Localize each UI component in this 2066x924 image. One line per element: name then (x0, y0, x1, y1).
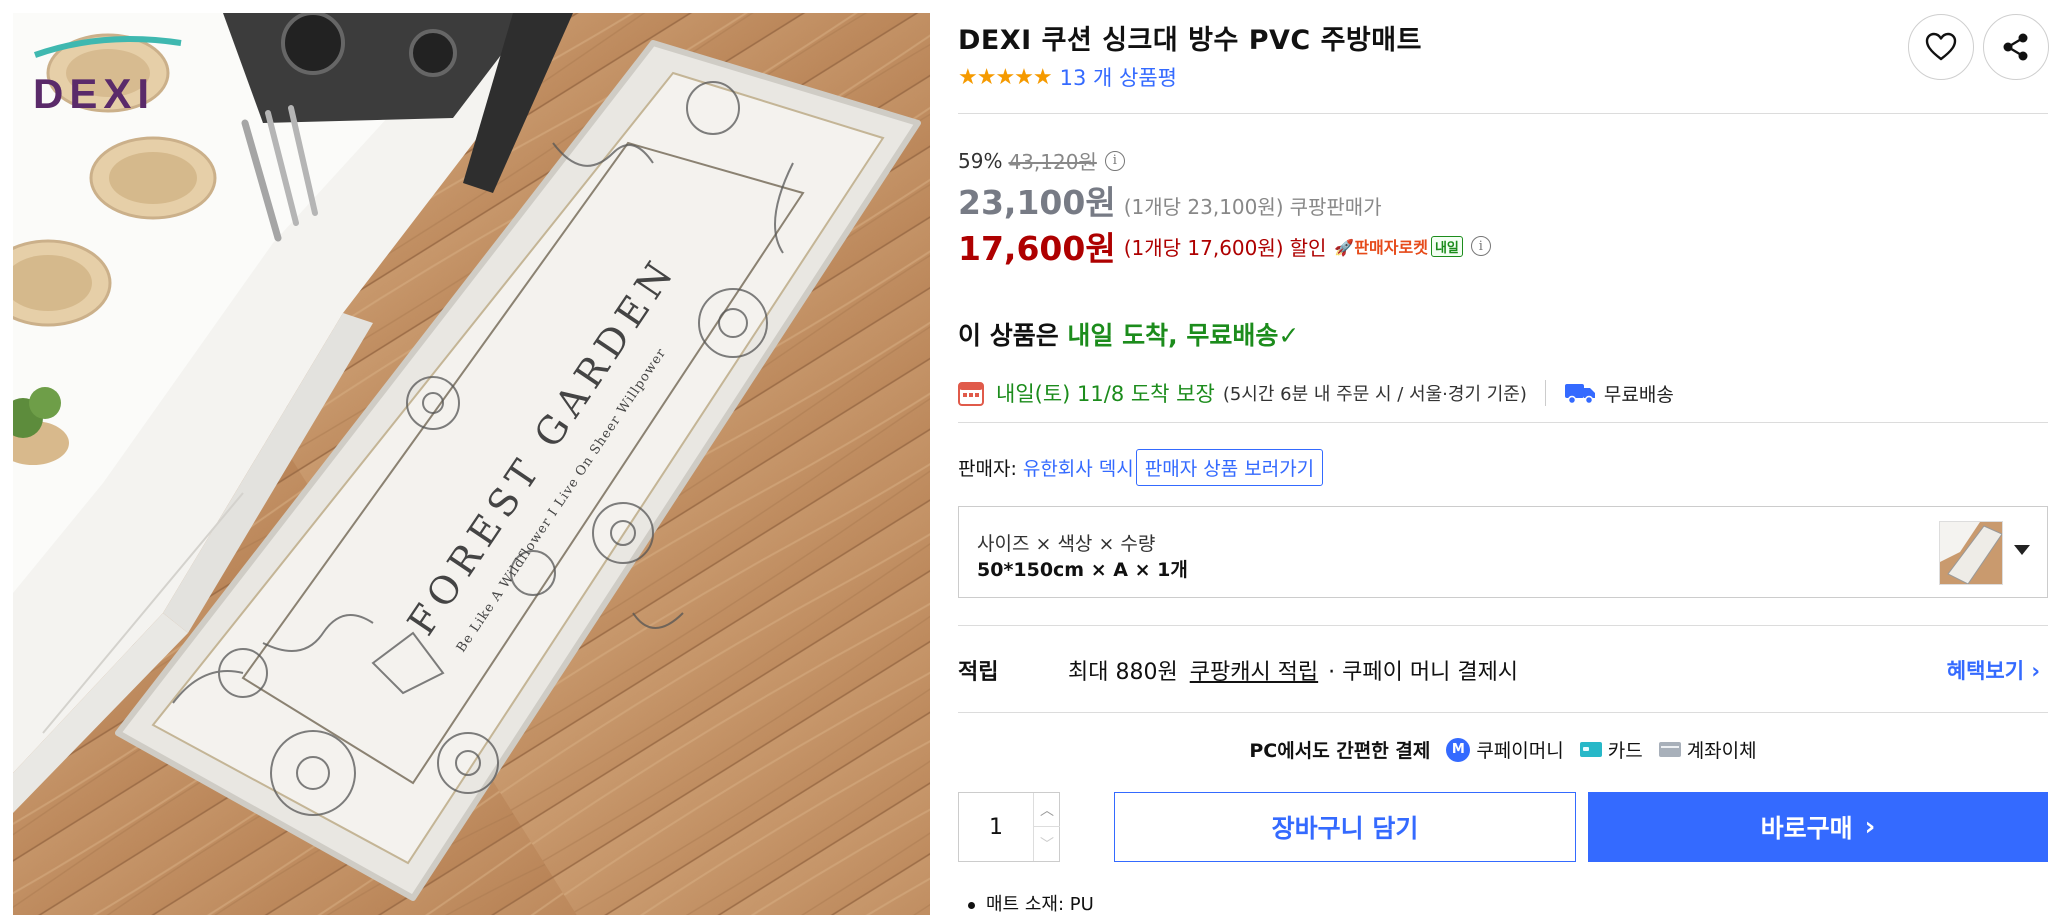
payment-methods-row: PC에서도 간편한 결제 M 쿠페이머니 카드 계좌이체 (958, 736, 2048, 763)
sale-price: 23,100원 (958, 183, 1116, 222)
add-to-cart-button[interactable]: 장바구니 담기 (1114, 792, 1576, 862)
brand-logo: DEXI (33, 70, 155, 117)
divider (958, 422, 2048, 423)
rating-row[interactable]: ★★★★★ 13 개 상품평 (958, 62, 1177, 92)
share-icon (2003, 33, 2028, 61)
divider (958, 113, 2048, 114)
wishlist-button[interactable] (1908, 14, 1974, 80)
bank-icon (1658, 742, 1681, 757)
payment-title: PC에서도 간편한 결제 (1249, 740, 1431, 762)
payment-method-label: 계좌이체 (1686, 740, 1757, 762)
seller-name-link[interactable]: 유한회사 덱시 (1023, 454, 1134, 481)
free-shipping-label: 무료배송 (1603, 383, 1674, 406)
arrival-guarantee: 내일(토) 11/8 도착 보장 (996, 382, 1215, 406)
share-button[interactable] (1983, 14, 2049, 80)
kitchen-mat-photo: FOREST GARDEN Be Like A Wildflower I Liv… (13, 13, 930, 915)
coupay-money-icon: M (1446, 737, 1471, 762)
card-icon (1579, 742, 1602, 757)
arrival-headline: 이 상품은 내일 도착, 무료배송✓ (958, 316, 1299, 352)
discount-rate: 59% (958, 148, 1003, 173)
payment-coupay-money: M 쿠페이머니 (1446, 736, 1564, 763)
chevron-down-icon[interactable] (2014, 545, 2030, 555)
sale-unit-price: (1개당 23,100원) (1123, 195, 1284, 219)
delivery-row: 내일(토) 11/8 도착 보장 (5시간 6분 내 주문 시 / 서울·경기 … (958, 378, 1674, 408)
points-max: 최대 880원 (1068, 660, 1178, 685)
product-title: DEXI 쿠션 싱크대 방수 PVC 주방매트 (958, 25, 1422, 56)
seller-row: 판매자: 유한회사 덱시 판매자 상품 보러가기 (958, 449, 1324, 486)
star-rating-icon: ★★★★★ (958, 64, 1053, 90)
spec-list: 매트 소재: PU (964, 890, 1094, 920)
divider (1544, 380, 1546, 406)
points-row: 적립 최대 880원 쿠팡캐시 적립 · 쿠페이 머니 결제시 혜택보기 › (958, 654, 2048, 686)
spec-item: 매트 소재: PU (964, 890, 1094, 920)
quantity-stepper[interactable]: ︿ ﹀ (958, 792, 1060, 862)
quantity-increase-button[interactable]: ︿ (1033, 793, 1060, 827)
calendar-icon (958, 382, 984, 406)
quantity-decrease-button[interactable]: ﹀ (1033, 827, 1060, 861)
coupang-cash-link[interactable]: 쿠팡캐시 적립 (1190, 654, 1318, 686)
view-benefits-link[interactable]: 혜택보기 › (1947, 655, 2040, 685)
sale-price-label: 쿠팡판매가 (1289, 195, 1382, 219)
coupon-price: 17,600원 (958, 229, 1116, 268)
product-main-image[interactable]: FOREST GARDEN Be Like A Wildflower I Liv… (13, 13, 930, 915)
coupon-price-row: 17,600원 (1개당 17,600원) 할인 🚀판매자로켓 내일 i (958, 222, 1491, 270)
review-count-link[interactable]: 13 개 상품평 (1060, 62, 1177, 92)
payment-method-label: 카드 (1607, 740, 1643, 762)
rocket-label: 🚀판매자로켓 (1334, 238, 1428, 257)
truck-icon (1564, 384, 1595, 405)
payment-bank-transfer: 계좌이체 (1658, 736, 1757, 763)
sale-price-row: 23,100원 (1개당 23,100원) 쿠팡판매가 (958, 176, 1382, 224)
seller-label: 판매자: (958, 458, 1017, 480)
info-icon[interactable]: i (1104, 150, 1125, 171)
option-label: 사이즈 × 색상 × 수량 (977, 533, 1156, 555)
coupon-price-label: 할인 (1289, 235, 1327, 260)
seller-rocket-badge: 🚀판매자로켓 내일 (1334, 234, 1463, 258)
original-price: 43,120원 (1008, 150, 1097, 174)
buy-now-label: 바로구매 (1760, 814, 1853, 843)
discount-row: 59% 43,120원 i (958, 146, 1125, 175)
product-info-panel: DEXI 쿠션 싱크대 방수 PVC 주방매트 ★★★★★ 13 개 상품평 5… (958, 0, 2049, 924)
info-icon[interactable]: i (1470, 236, 1491, 256)
rocket-tomorrow-badge: 내일 (1430, 235, 1463, 257)
payment-card: 카드 (1579, 736, 1643, 763)
quantity-input[interactable] (959, 793, 1033, 861)
divider (958, 712, 2048, 713)
option-value: 50*150cm × A × 1개 (977, 559, 1188, 581)
buy-now-button[interactable]: 바로구매 › (1588, 792, 2048, 862)
heart-icon (1925, 32, 1957, 61)
divider (958, 625, 2048, 626)
coupon-unit-price: (1개당 17,600원) (1123, 235, 1284, 260)
arrival-highlight: 내일 도착, 무료배송 (1067, 321, 1279, 350)
option-selector[interactable]: 사이즈 × 색상 × 수량 50*150cm × A × 1개 (958, 506, 2048, 598)
chevron-right-icon: › (1864, 812, 1876, 842)
arrival-condition: (5시간 6분 내 주문 시 / 서울·경기 기준) (1222, 384, 1527, 405)
add-to-cart-label: 장바구니 담기 (1271, 814, 1419, 843)
arrival-prefix: 이 상품은 (958, 321, 1068, 350)
check-icon: ✓ (1278, 321, 1300, 350)
points-suffix: · 쿠페이 머니 결제시 (1328, 660, 1519, 685)
points-label: 적립 (958, 660, 999, 685)
seller-products-button[interactable]: 판매자 상품 보러가기 (1135, 449, 1324, 486)
payment-method-label: 쿠페이머니 (1476, 740, 1564, 762)
option-thumbnail (1939, 521, 2003, 585)
